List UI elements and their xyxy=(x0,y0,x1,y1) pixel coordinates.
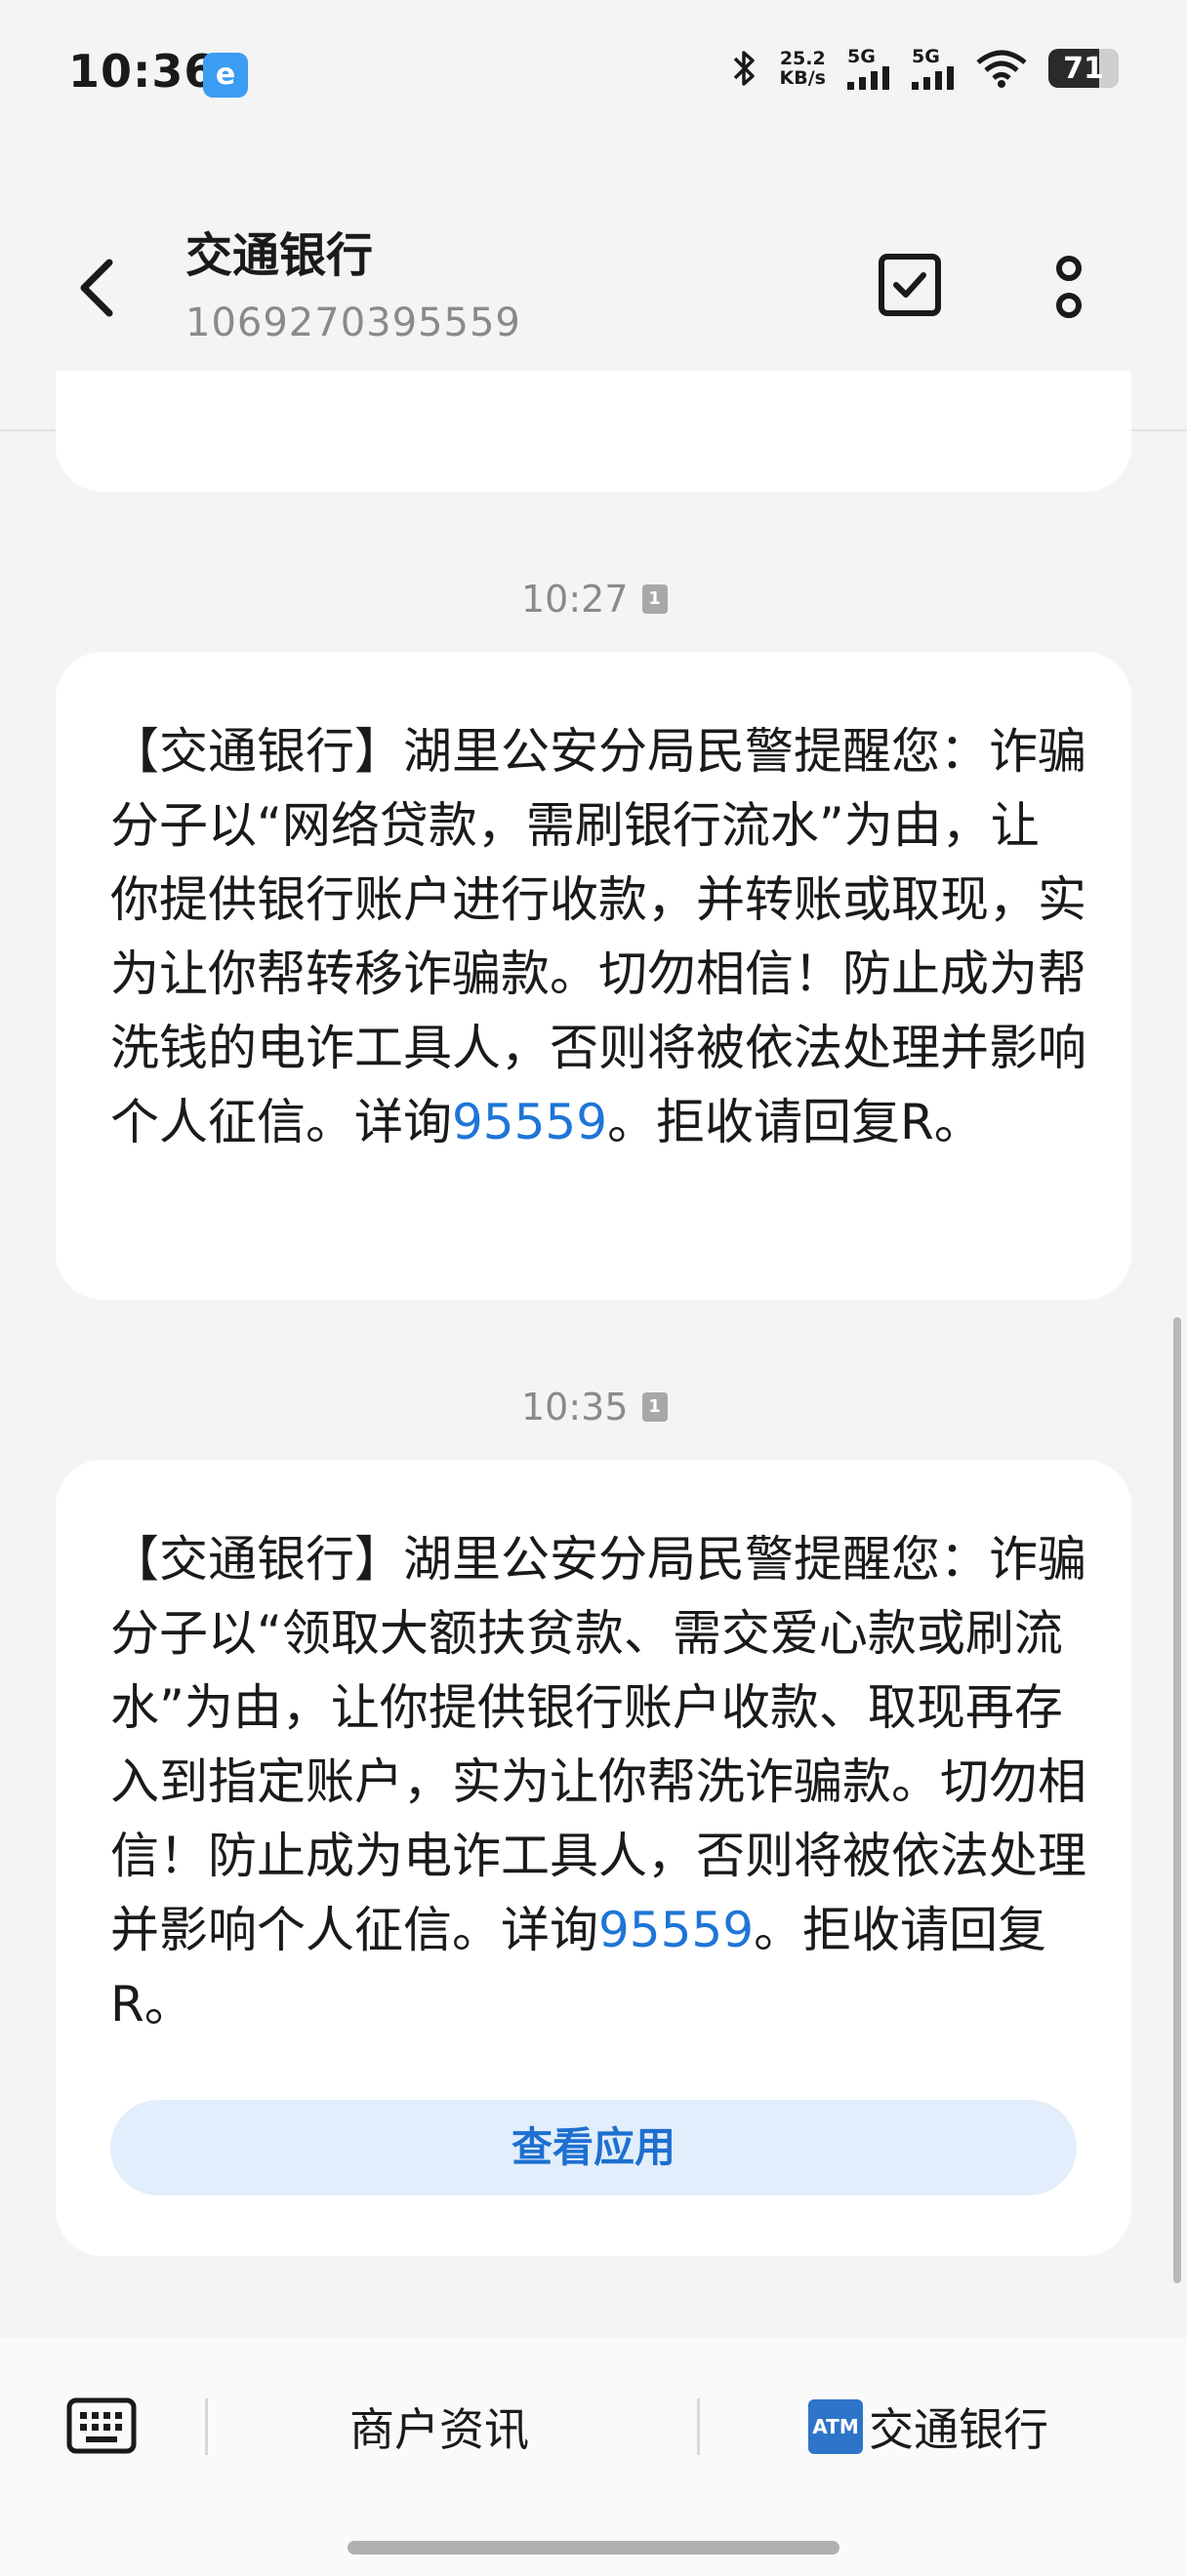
phone-link[interactable]: 95559 xyxy=(598,1902,754,1958)
phone-link[interactable]: 95559 xyxy=(452,1094,607,1150)
message-bubble[interactable]: 【交通银行】湖里公安分局民警提醒您：诈骗分子以“网络贷款，需刷银行流水”为由，让… xyxy=(56,652,1131,1300)
battery-icon: 71 xyxy=(1048,49,1119,88)
menu-separator xyxy=(697,2398,700,2455)
more-options-button[interactable] xyxy=(1049,249,1088,327)
contact-name[interactable]: 交通银行 xyxy=(185,217,373,285)
message-timestamp: 10:27 1 xyxy=(521,578,668,621)
sim-card-icon: 1 xyxy=(641,584,668,614)
menu-bank-label: 交通银行 xyxy=(869,2403,1048,2456)
contact-number[interactable]: 1069270395559 xyxy=(185,301,521,345)
network-speed: 25.2 KB/s xyxy=(780,49,826,88)
menu-separator xyxy=(205,2398,208,2455)
menu-bank[interactable]: ATM 交通银行 xyxy=(808,2395,1048,2459)
back-button[interactable] xyxy=(68,249,127,327)
timestamp-text: 10:27 xyxy=(521,578,629,621)
previous-message-bubble[interactable] xyxy=(56,371,1131,492)
signal-bars-icon xyxy=(847,66,889,90)
message-text-tail: 。拒收请回复R。 xyxy=(607,1094,983,1150)
scrollbar[interactable] xyxy=(1173,1317,1181,2283)
signal-1: 5G xyxy=(847,47,890,90)
battery-level: 71 xyxy=(1063,51,1104,86)
timestamp-text: 10:35 xyxy=(521,1386,629,1429)
view-app-button[interactable]: 查看应用 xyxy=(110,2100,1077,2195)
network-speed-unit: KB/s xyxy=(779,67,826,89)
home-indicator[interactable] xyxy=(348,2541,839,2555)
message-text-body: 【交通银行】湖里公安分局民警提醒您：诈骗分子以“网络贷款，需刷银行流水”为由，让… xyxy=(110,723,1086,1150)
status-indicators: 25.2 KB/s 5G 5G 71 xyxy=(731,47,1119,90)
menu-merchant-info[interactable]: 商户资讯 xyxy=(349,2395,529,2459)
message-text-body: 【交通银行】湖里公安分局民警提醒您：诈骗分子以“领取大额扶贫款、需交爱心款或刷流… xyxy=(110,1531,1086,1958)
message-text: 【交通银行】湖里公安分局民警提醒您：诈骗分子以“领取大额扶贫款、需交爱心款或刷流… xyxy=(110,1522,1086,2041)
status-time: 10:36 xyxy=(68,45,217,98)
status-bar: 10:36 e 25.2 KB/s 5G 5G 71 xyxy=(0,0,1187,146)
signal-2-label: 5G xyxy=(912,46,940,67)
wifi-icon xyxy=(976,50,1027,88)
select-checkbox-button[interactable] xyxy=(877,252,943,318)
bluetooth-icon xyxy=(733,51,755,86)
signal-1-label: 5G xyxy=(847,46,876,67)
network-speed-value: 25.2 xyxy=(779,48,826,69)
app-notification-icon: e xyxy=(203,53,248,98)
message-text: 【交通银行】湖里公安分局民警提醒您：诈骗分子以“网络贷款，需刷银行流水”为由，让… xyxy=(110,714,1086,1159)
sim-card-icon: 1 xyxy=(641,1392,668,1422)
message-timestamp: 10:35 1 xyxy=(521,1386,668,1429)
message-bubble[interactable]: 【交通银行】湖里公安分局民警提醒您：诈骗分子以“领取大额扶贫款、需交爱心款或刷流… xyxy=(56,1460,1131,2256)
atm-icon: ATM xyxy=(808,2399,863,2454)
signal-2: 5G xyxy=(912,47,955,90)
keyboard-icon[interactable] xyxy=(66,2396,137,2455)
signal-bars-icon xyxy=(912,66,954,90)
